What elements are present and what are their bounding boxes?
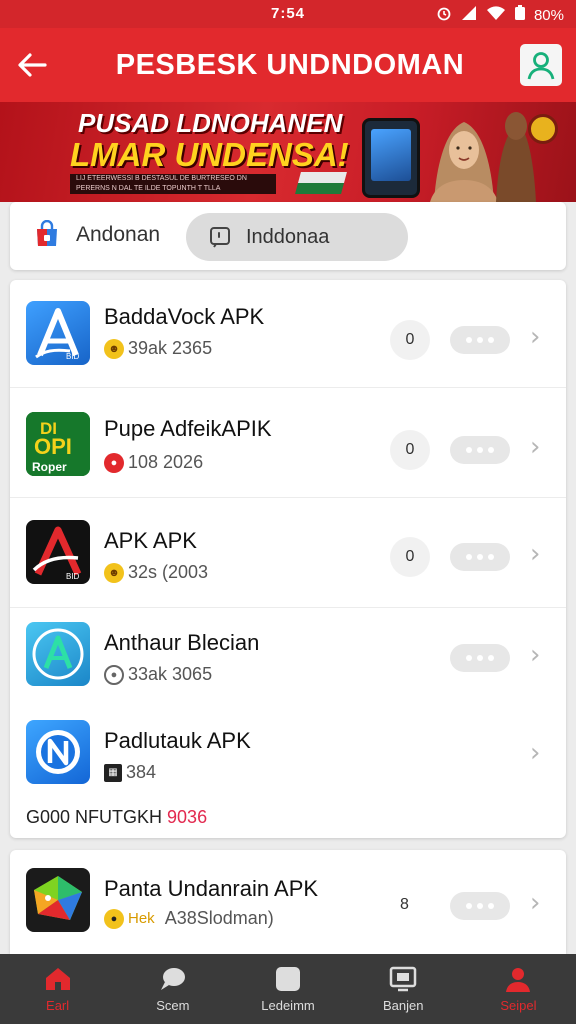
count-badge: 0	[390, 430, 430, 470]
app-list-2: Panta Undanrain APK ● Hek A38Slodman) 8 …	[10, 850, 566, 954]
app-name: BaddaVock APK	[104, 304, 265, 329]
app-name: APK APK	[104, 528, 197, 553]
app-b-icon: DI OPI Roper	[26, 412, 90, 476]
battery-icon	[514, 5, 526, 25]
alarm-icon	[436, 5, 452, 25]
back-button[interactable]	[0, 28, 64, 102]
emoji-icon: ☻	[104, 562, 124, 583]
wifi-icon	[486, 5, 506, 25]
apps-icon	[276, 966, 300, 991]
phone-graphic	[362, 118, 420, 198]
nav-home[interactable]: Earl	[0, 954, 115, 1024]
nav-profile[interactable]: Seipel	[461, 954, 576, 1024]
search-icon	[160, 967, 185, 990]
chevron-right-icon[interactable]: ›	[530, 888, 540, 918]
promo-banner[interactable]: PUSAD LDNOHANEN LMAR UNDENSA! LIJ ETEERW…	[0, 102, 576, 202]
nav-banjen[interactable]: Banjen	[346, 954, 461, 1024]
nav-library[interactable]: Ledeimm	[230, 954, 345, 1024]
app-meta: ▦ 384	[104, 762, 156, 783]
app-a-icon: BID	[26, 301, 90, 365]
battery-percent: 80%	[533, 6, 564, 24]
nav-label: Banjen	[382, 997, 424, 1013]
app-c-icon: BID	[26, 520, 90, 584]
svg-text:Roper: Roper	[32, 460, 67, 474]
page-title: PESBESK UNDNDOMAN	[115, 48, 465, 81]
tab-inddonaa[interactable]: Inddonaa	[186, 213, 408, 261]
more-options-button[interactable]	[450, 436, 510, 464]
monitor-icon	[389, 966, 417, 991]
status-bar: 7:54 80%	[0, 0, 576, 28]
chevron-right-icon[interactable]: ›	[530, 432, 540, 462]
app-name: Pupe AdfeikAPIK	[104, 416, 272, 441]
more-options-button[interactable]	[450, 892, 510, 920]
app-name: Anthaur Blecian	[104, 630, 260, 655]
more-options-button[interactable]	[450, 543, 510, 571]
app-d-icon	[26, 622, 90, 686]
status-icons: 80%	[436, 5, 564, 25]
nav-label: Seipel	[500, 997, 537, 1013]
signal-icon	[460, 5, 478, 25]
app-name: Padlutauk APK	[104, 728, 251, 753]
shopping-bag-icon	[37, 220, 57, 246]
emoji-icon: ●	[104, 452, 124, 473]
banner-subheadline: LMAR UNDENSA!	[70, 136, 349, 173]
tab-label: Andonan	[76, 223, 161, 246]
chevron-right-icon[interactable]: ›	[530, 640, 540, 670]
svg-text:OPI: OPI	[34, 434, 72, 459]
app-e-icon	[26, 720, 90, 784]
svg-text:BID: BID	[66, 572, 80, 581]
count-badge: 0	[390, 320, 430, 360]
nav-label: Ledeimm	[261, 997, 315, 1013]
app-header: PESBESK UNDNDOMAN	[0, 28, 576, 102]
app-f-icon	[26, 868, 90, 932]
tabs-card: Andonan Inddonaa	[10, 202, 566, 270]
badge-icon	[528, 114, 558, 144]
list-item[interactable]: BID APK APK ☻ 32s (2003 0 ›	[10, 500, 566, 608]
app-list: BID BaddaVock APK ☻ 39ak 2365 0 › DI OPI…	[10, 280, 566, 838]
tab-label: Inddonaa	[246, 225, 330, 248]
app-meta: ● 108 2026	[104, 452, 203, 473]
emoji-icon: ☻	[104, 338, 124, 359]
chevron-right-icon[interactable]: ›	[530, 322, 540, 352]
nav-search[interactable]: Scem	[115, 954, 230, 1024]
more-options-button[interactable]	[450, 644, 510, 672]
app-meta: ☻ 32s (2003	[104, 562, 208, 583]
chevron-right-icon[interactable]: ›	[530, 738, 540, 768]
list-item[interactable]: Panta Undanrain APK ● Hek A38Slodman) 8 …	[10, 850, 566, 954]
user-icon	[527, 52, 555, 80]
app-meta: ● 33ak 3065	[104, 664, 212, 685]
app-meta: ☻ 39ak 2365	[104, 338, 212, 359]
arrow-left-icon	[18, 53, 47, 77]
list-item[interactable]: DI OPI Roper Pupe AdfeikAPIK ● 108 2026 …	[10, 390, 566, 498]
section-footer: G000 NFUTGKH 9036	[26, 807, 208, 827]
list-item[interactable]: Padlutauk APK ▦ 384 ›	[10, 706, 566, 814]
profile-button[interactable]	[520, 44, 562, 86]
list-item[interactable]: Anthaur Blecian ● 33ak 3065 ›	[10, 608, 566, 716]
count-badge: 0	[390, 537, 430, 577]
nav-label: Earl	[46, 997, 70, 1013]
chevron-right-icon[interactable]: ›	[530, 539, 540, 569]
bottom-nav: Earl Scem Ledeimm Banjen Seipel	[0, 954, 576, 1024]
home-icon	[45, 967, 70, 990]
more-options-button[interactable]	[450, 326, 510, 354]
list-item[interactable]: BID BaddaVock APK ☻ 39ak 2365 0 ›	[10, 280, 566, 388]
flag-graphic	[295, 172, 347, 194]
banner-headline: PUSAD LDNOHANEN	[78, 108, 343, 138]
app-name: Panta Undanrain APK	[104, 876, 319, 901]
svg-text:BID: BID	[66, 352, 80, 361]
app-meta: ● Hek A38Slodman)	[104, 908, 274, 929]
banner-fine-print: LIJ ETEERWESSI B DESTASUL DE BURTRESEO D…	[70, 174, 276, 194]
emoji-icon: ●	[104, 664, 124, 685]
emoji-icon: ●	[104, 908, 124, 929]
grid-icon: ▦	[104, 763, 122, 782]
profile-icon	[506, 967, 531, 992]
nav-label: Scem	[156, 997, 190, 1013]
chat-icon	[210, 227, 230, 248]
count-badge: 8	[400, 896, 409, 913]
tab-andonan[interactable]: Andonan	[32, 220, 160, 250]
